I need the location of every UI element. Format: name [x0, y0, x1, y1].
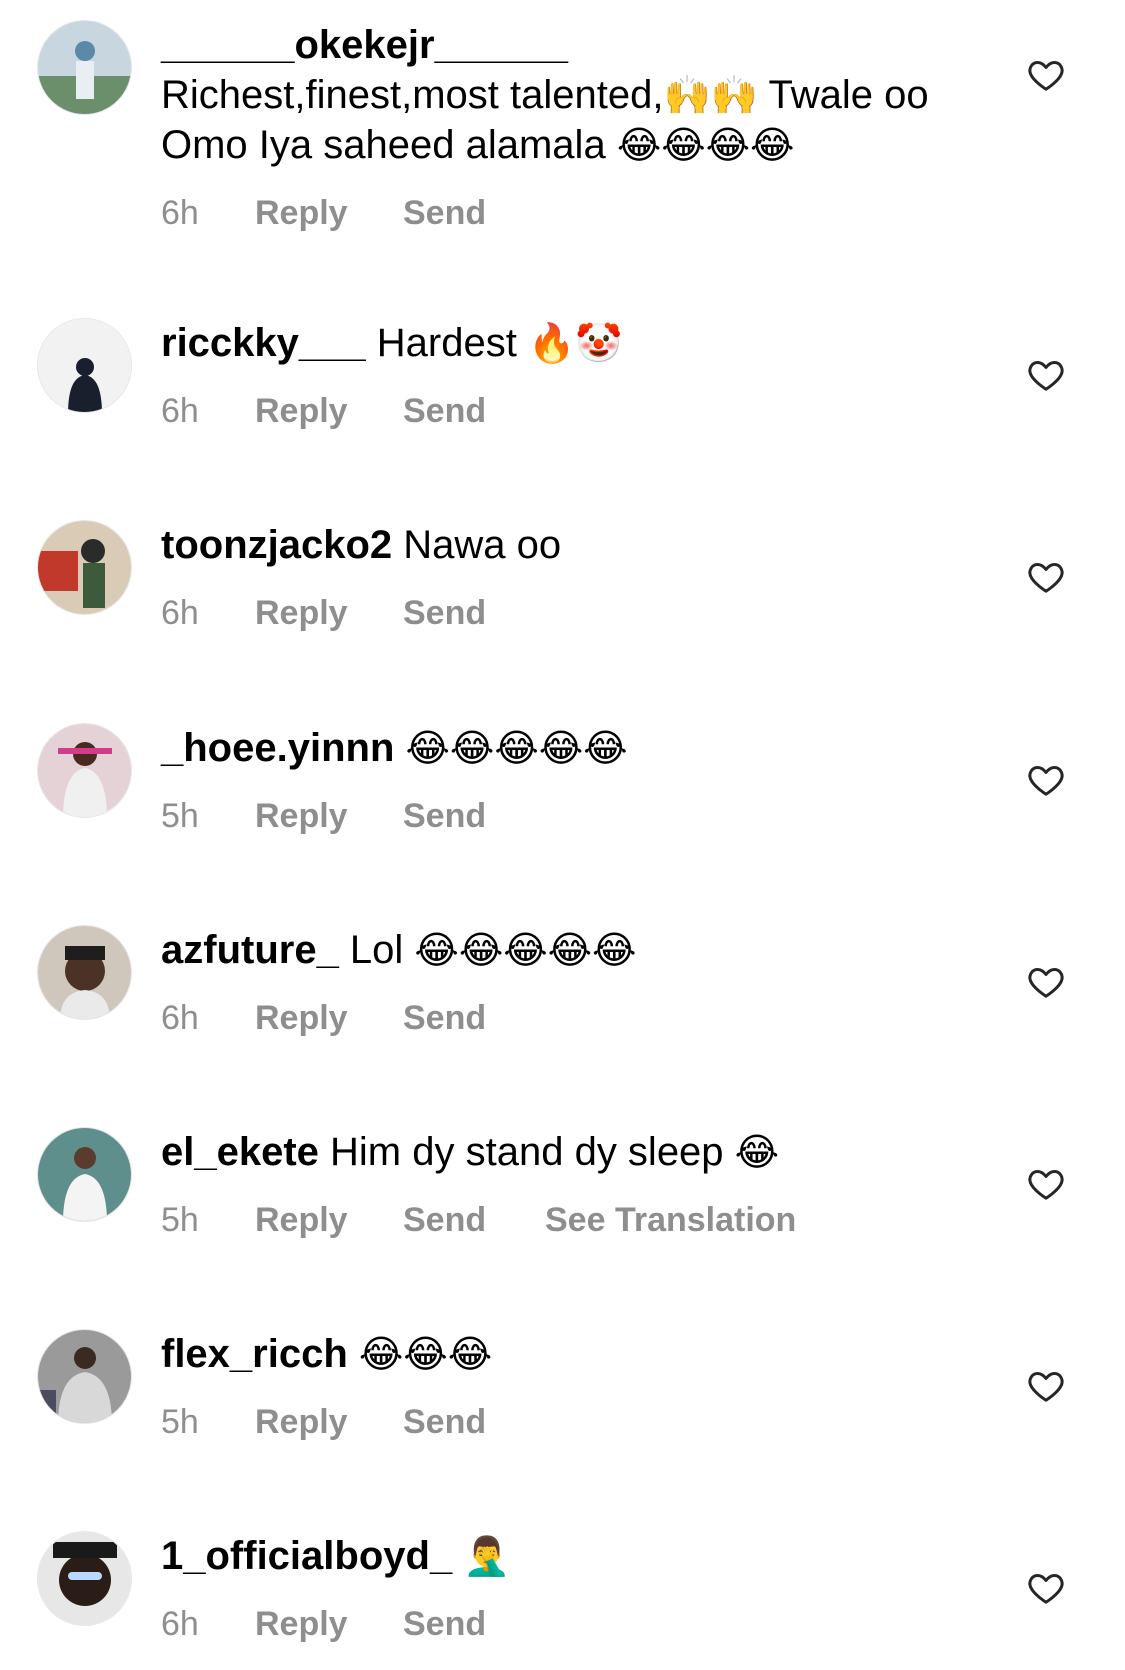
heart-outline-icon[interactable]	[1026, 1164, 1066, 1204]
comment-text: flex_ricch 😂😂😂	[161, 1329, 981, 1379]
reply-button[interactable]: Reply	[255, 1605, 403, 1644]
heart-outline-icon[interactable]	[1026, 962, 1066, 1002]
comment-timestamp: 6h	[161, 1605, 199, 1643]
comment-body: azfuture_ Lol 😂😂😂😂😂 6h Reply Send	[161, 925, 981, 1038]
avatar[interactable]	[37, 723, 132, 818]
comment-username[interactable]: _hoee.yinnn	[161, 726, 394, 770]
comment-content	[394, 726, 405, 770]
comment-body: ______okekejr______ Richest,finest,most …	[161, 20, 981, 233]
send-button[interactable]: Send	[403, 999, 545, 1038]
reply-button[interactable]: Reply	[255, 1201, 403, 1240]
comment-timestamp: 6h	[161, 392, 199, 430]
comment-timestamp: 6h	[161, 594, 199, 632]
comment-body: toonzjacko2 Nawa oo 6h Reply Send	[161, 520, 981, 633]
comment-meta: 5h Reply Send	[161, 1403, 981, 1442]
comment-meta: 6h Reply Send	[161, 594, 981, 633]
heart-outline-icon[interactable]	[1026, 1568, 1066, 1608]
avatar[interactable]	[37, 1127, 132, 1222]
reply-button[interactable]: Reply	[255, 797, 403, 836]
comment-emoji: 😂😂😂😂😂	[405, 726, 628, 770]
comment-meta: 6h Reply Send	[161, 194, 981, 233]
comment-text: azfuture_ Lol 😂😂😂😂😂	[161, 925, 981, 975]
send-button[interactable]: Send	[403, 1201, 545, 1240]
avatar[interactable]	[37, 318, 132, 413]
comment-emoji: 😂	[734, 1130, 780, 1174]
send-button[interactable]: Send	[403, 392, 545, 431]
comment-content: Hardest	[365, 321, 528, 365]
comment-meta: 6h Reply Send	[161, 1605, 981, 1644]
heart-outline-icon[interactable]	[1026, 557, 1066, 597]
reply-button[interactable]: Reply	[255, 392, 403, 431]
comment-text: toonzjacko2 Nawa oo	[161, 520, 981, 570]
comment-content: Richest,finest,most talented,	[161, 73, 664, 117]
heart-outline-icon[interactable]	[1026, 355, 1066, 395]
comment-timestamp: 5h	[161, 1403, 199, 1441]
comment-timestamp: 6h	[161, 999, 199, 1037]
comment-username[interactable]: toonzjacko2	[161, 523, 392, 567]
see-translation-button[interactable]: See Translation	[545, 1201, 796, 1240]
reply-button[interactable]: Reply	[255, 999, 403, 1038]
avatar[interactable]	[37, 1531, 132, 1626]
comment-emoji: 😂😂😂	[358, 1332, 493, 1376]
comment-emoji: 🔥🤡	[527, 321, 623, 365]
reply-button[interactable]: Reply	[255, 1403, 403, 1442]
comment-body: _hoee.yinnn 😂😂😂😂😂 5h Reply Send	[161, 723, 981, 836]
send-button[interactable]: Send	[403, 1605, 545, 1644]
comment-emoji: 😂😂😂😂	[616, 123, 795, 167]
comment-meta: 5h Reply Send	[161, 797, 981, 836]
avatar[interactable]	[37, 1329, 132, 1424]
reply-button[interactable]: Reply	[255, 194, 403, 233]
send-button[interactable]: Send	[403, 1403, 545, 1442]
comment-timestamp: 5h	[161, 797, 199, 835]
comment-content: Him dy stand dy sleep	[318, 1130, 735, 1174]
comment-username[interactable]: azfuture_	[161, 928, 339, 972]
avatar[interactable]	[37, 520, 132, 615]
comment-username[interactable]: 1_officialboyd_	[161, 1534, 452, 1578]
send-button[interactable]: Send	[403, 797, 545, 836]
comment-content	[452, 1534, 463, 1578]
comment-body: flex_ricch 😂😂😂 5h Reply Send	[161, 1329, 981, 1442]
comment-body: ricckky___ Hardest 🔥🤡 6h Reply Send	[161, 318, 981, 431]
comment-content: Lol	[338, 928, 415, 972]
comment-content	[348, 1332, 359, 1376]
comment-emoji: 🤦‍♂️	[463, 1534, 511, 1578]
comment-body: el_ekete Him dy stand dy sleep 😂 5h Reply…	[161, 1127, 981, 1240]
comment-text: _hoee.yinnn 😂😂😂😂😂	[161, 723, 981, 773]
heart-outline-icon[interactable]	[1026, 760, 1066, 800]
comment-meta: 5h Reply Send See Translation	[161, 1201, 981, 1240]
avatar[interactable]	[37, 925, 132, 1020]
comment-text: ______okekejr______ Richest,finest,most …	[161, 20, 981, 170]
comment-emoji: 🙌🙌	[663, 73, 759, 117]
comment-username[interactable]: ricckky___	[161, 321, 366, 365]
comment-text: ricckky___ Hardest 🔥🤡	[161, 318, 981, 368]
heart-outline-icon[interactable]	[1026, 55, 1066, 95]
avatar[interactable]	[37, 20, 132, 115]
heart-outline-icon[interactable]	[1026, 1366, 1066, 1406]
send-button[interactable]: Send	[403, 194, 545, 233]
comment-content: Nawa oo	[392, 523, 562, 567]
comment-timestamp: 5h	[161, 1201, 199, 1239]
comment-text: 1_officialboyd_ 🤦‍♂️	[161, 1531, 981, 1581]
reply-button[interactable]: Reply	[255, 594, 403, 633]
comment-text: el_ekete Him dy stand dy sleep 😂	[161, 1127, 981, 1177]
comment-body: 1_officialboyd_ 🤦‍♂️ 6h Reply Send	[161, 1531, 981, 1644]
comment-username[interactable]: flex_ricch	[161, 1332, 348, 1376]
send-button[interactable]: Send	[403, 594, 545, 633]
comment-emoji: 😂😂😂😂😂	[414, 928, 637, 972]
comment-username[interactable]: el_ekete	[161, 1130, 319, 1174]
comment-meta: 6h Reply Send	[161, 999, 981, 1038]
comment-username[interactable]: ______okekejr______	[161, 23, 568, 67]
comment-timestamp: 6h	[161, 194, 199, 232]
comment-meta: 6h Reply Send	[161, 392, 981, 431]
